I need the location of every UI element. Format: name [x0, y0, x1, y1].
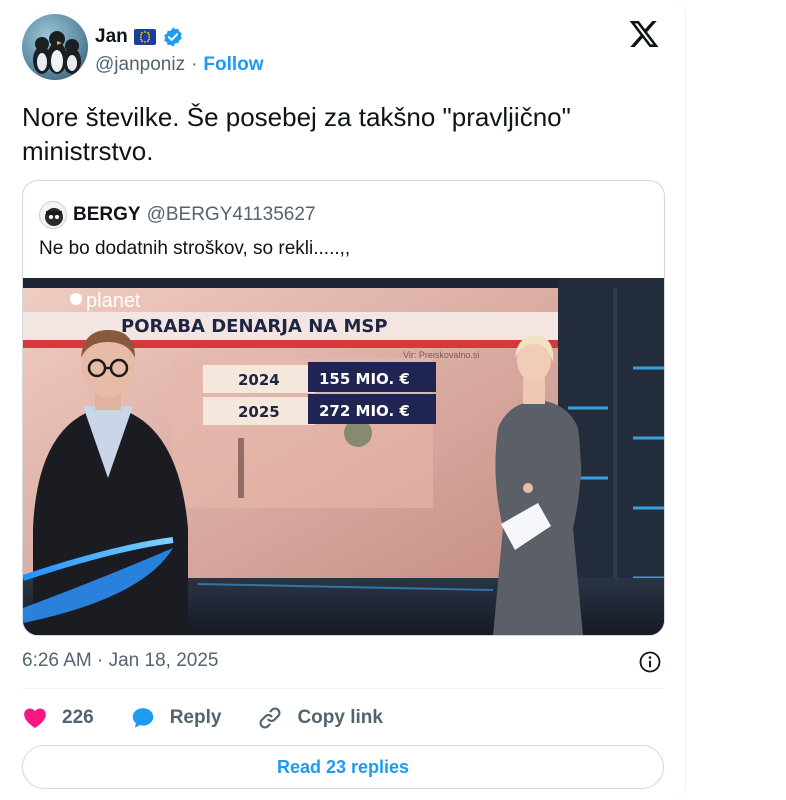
divider [22, 688, 664, 689]
copy-link-button[interactable]: Copy link [257, 705, 383, 731]
like-count: 226 [62, 707, 94, 728]
tweet-header: Jan @janponiz · Follow [22, 14, 672, 84]
author-name-row: Jan [95, 26, 184, 48]
action-bar: 226 Reply Copy link [22, 704, 419, 732]
heart-icon [24, 708, 46, 728]
video-headline: PORABA DENARJA NA MSP [121, 316, 388, 337]
read-replies-button[interactable]: Read 23 replies [22, 745, 664, 789]
link-icon [259, 707, 281, 729]
tweet-text: Nore številke. Še posebej za takšno "pra… [22, 102, 571, 166]
author-avatar[interactable] [22, 14, 88, 80]
read-replies-label: Read 23 replies [276, 756, 410, 777]
reply-icon [132, 708, 153, 728]
author-handle[interactable]: @janponiz [95, 54, 185, 76]
info-icon[interactable] [638, 650, 662, 674]
quoted-handle[interactable]: @BERGY41135627 [147, 204, 316, 226]
like-button[interactable]: 226 [22, 705, 94, 731]
quoted-tweet[interactable]: BERGY @BERGY41135627 Ne bo dodatnih stro… [22, 180, 665, 636]
reply-button[interactable]: Reply [130, 705, 222, 731]
follow-button[interactable]: Follow [203, 54, 263, 76]
row-2024-amount: 155 MIO. € [319, 370, 410, 388]
quoted-text: Ne bo dodatnih stroškov, so rekli.....,, [39, 238, 351, 259]
quoted-display-name[interactable]: BERGY [73, 204, 141, 226]
timestamp-row: 6:26 AM · Jan 18, 2025 [22, 650, 664, 674]
verified-badge-icon[interactable] [162, 26, 184, 48]
author-display-name[interactable]: Jan [95, 26, 128, 48]
video-source: Vir: Preiskovalno.si [403, 350, 479, 360]
quoted-avatar [39, 201, 67, 229]
x-logo-icon[interactable] [628, 18, 660, 50]
row-2025-year: 2025 [238, 403, 280, 421]
copy-link-label: Copy link [297, 707, 383, 728]
row-2024-year: 2024 [238, 371, 280, 389]
separator-dot: · [191, 54, 198, 75]
reply-label: Reply [169, 707, 222, 728]
author-handle-row: @janponiz · Follow [95, 54, 264, 76]
planet-logo-icon [70, 293, 82, 305]
video-logo: planet [86, 290, 141, 312]
row-2025-amount: 272 MIO. € [319, 402, 410, 420]
quoted-video[interactable]: planet PORABA DENARJA NA MSP Vir: Preisk… [23, 278, 664, 635]
quoted-header: BERGY @BERGY41135627 [39, 201, 316, 229]
eu-flag-icon [133, 29, 156, 45]
tweet-timestamp[interactable]: 6:26 AM · Jan 18, 2025 [22, 650, 218, 671]
tweet-card: Jan @janponiz · Follow Nore številke. Še… [0, 0, 686, 800]
